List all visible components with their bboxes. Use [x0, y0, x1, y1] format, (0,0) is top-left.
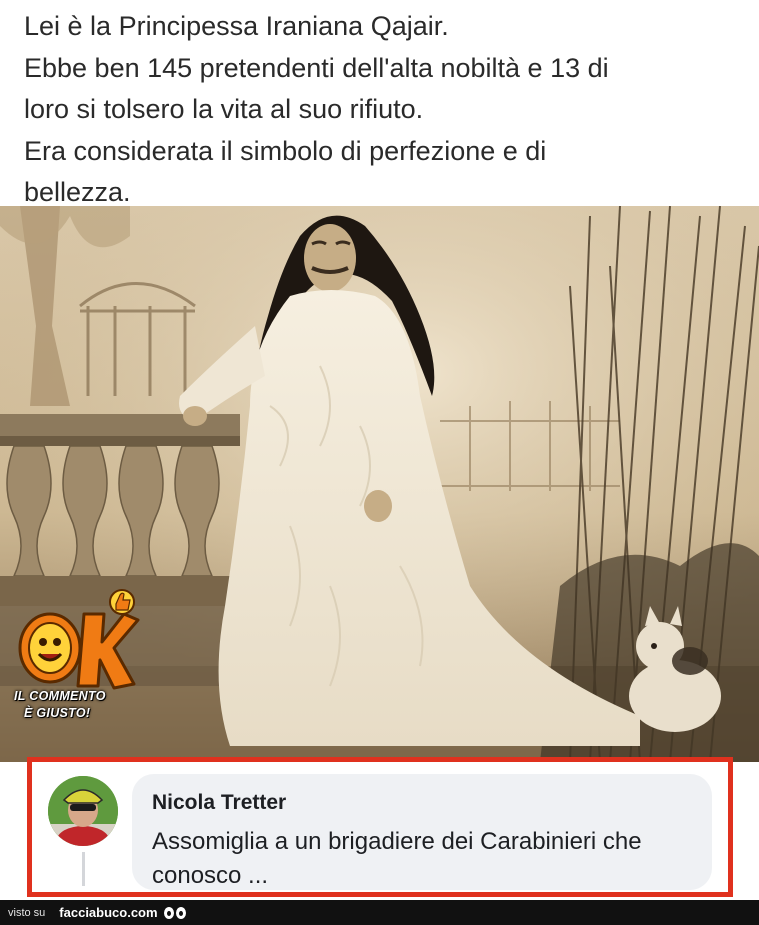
- caption-line: Ebbe ben 145 pretendenti dell'alta nobil…: [24, 52, 609, 83]
- post-caption: Lei è la Principessa Iraniana Qajair. Eb…: [0, 0, 759, 207]
- caption-line: Lei è la Principessa Iraniana Qajair.: [24, 11, 449, 41]
- footer-bar: visto su facciabuco.com: [0, 900, 759, 925]
- ok-caption-line1: IL COMMENTO: [14, 689, 106, 703]
- ok-caption-line2: È GIUSTO!: [24, 706, 91, 720]
- eye-right: [175, 906, 186, 919]
- footer-brand[interactable]: facciabuco.com: [59, 905, 157, 920]
- ok-caption: IL COMMENTO È GIUSTO!: [14, 688, 134, 722]
- eye-left: [163, 906, 174, 919]
- thumbs-up-icon: [109, 589, 135, 615]
- caption-line: loro si tolsero la vita al suo rifiuto.: [24, 94, 424, 124]
- eyes-icon: [163, 906, 186, 919]
- ok-logo-icon: [18, 589, 140, 690]
- highlight-frame: [27, 757, 733, 897]
- footer-visto-su: visto su: [8, 906, 46, 919]
- caption-line: Era considerata il simbolo di perfezione…: [24, 135, 547, 166]
